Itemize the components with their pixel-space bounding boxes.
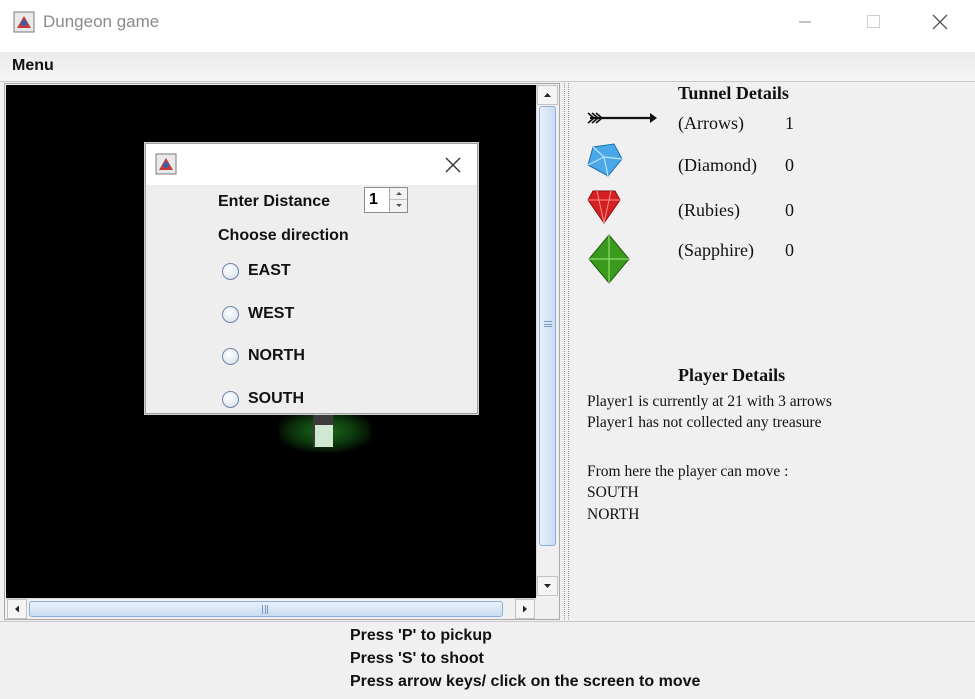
scroll-left-button[interactable]	[7, 599, 27, 619]
window-titlebar: Dungeon game	[0, 0, 975, 44]
java-app-icon	[13, 11, 35, 33]
tunnel-item-label: (Arrows)	[678, 113, 744, 133]
player-details-title: Player Details	[678, 365, 786, 385]
spinner-decrement-button[interactable]	[390, 200, 407, 212]
window-title: Dungeon game	[43, 12, 160, 31]
radio-button[interactable]	[222, 391, 239, 408]
scroll-right-button[interactable]	[515, 599, 535, 619]
horizontal-scrollbar[interactable]	[6, 598, 536, 619]
tunnel-item-count: 0	[785, 200, 794, 220]
player-moves-header: From here the player can move :	[587, 463, 789, 480]
maximize-button[interactable]	[850, 0, 896, 44]
direction-radio-east[interactable]: EAST	[222, 262, 372, 284]
close-icon	[445, 157, 461, 173]
tunnel-item-label: (Diamond)	[678, 155, 757, 175]
choose-direction-label: Choose direction	[218, 227, 349, 244]
radio-label: EAST	[248, 262, 291, 279]
scroll-down-button[interactable]	[537, 576, 558, 596]
menu-bar: Menu	[0, 44, 975, 82]
triangle-left-icon	[15, 605, 19, 613]
close-window-button[interactable]	[918, 0, 964, 44]
split-pane-divider[interactable]	[562, 83, 571, 620]
triangle-right-icon	[523, 605, 527, 613]
player-treasure-text: Player1 has not collected any treasure	[587, 414, 822, 431]
tunnel-item-count: 0	[785, 240, 794, 260]
dialog-close-button[interactable]	[442, 154, 464, 176]
direction-radio-north[interactable]: NORTH	[222, 347, 372, 369]
move-dialog: Enter Distance 1 Choose direction EAST W…	[145, 143, 478, 414]
player-sprite-highlight	[315, 425, 333, 447]
hint-text: Press 'S' to shoot	[350, 650, 484, 667]
vertical-scroll-thumb[interactable]	[539, 106, 556, 546]
spinner-increment-button[interactable]	[390, 188, 407, 200]
menu-item-menu[interactable]: Menu	[12, 57, 54, 75]
instructions-area: Press 'P' to pickup Press 'S' to shoot P…	[0, 621, 975, 699]
player-location-text: Player1 is currently at 21 with 3 arrows	[587, 393, 832, 410]
radio-button[interactable]	[222, 263, 239, 280]
player-move-option: NORTH	[587, 506, 640, 523]
arrow-icon	[587, 112, 657, 124]
triangle-up-icon	[544, 93, 551, 97]
grip-icon	[262, 605, 268, 614]
sapphire-icon	[588, 234, 630, 284]
minimize-button[interactable]	[781, 0, 827, 44]
minimize-icon	[799, 21, 811, 23]
tunnel-item-count: 1	[785, 113, 794, 133]
dialog-titlebar[interactable]	[146, 144, 477, 185]
scroll-up-button[interactable]	[537, 85, 558, 105]
close-icon	[932, 14, 948, 30]
radio-label: SOUTH	[248, 390, 304, 407]
grip-icon	[544, 321, 552, 327]
player-move-option: SOUTH	[587, 484, 639, 501]
java-app-icon	[155, 153, 177, 175]
distance-spinner[interactable]: 1	[364, 187, 408, 213]
tunnel-item-label: (Sapphire)	[678, 240, 754, 260]
hint-text: Press arrow keys/ click on the screen to…	[350, 673, 701, 690]
radio-button[interactable]	[222, 306, 239, 323]
maximize-icon	[867, 15, 880, 28]
tunnel-item-count: 0	[785, 155, 794, 175]
tunnel-item-label: (Rubies)	[678, 200, 740, 220]
tunnel-details-title: Tunnel Details	[678, 83, 789, 103]
direction-radio-west[interactable]: WEST	[222, 305, 372, 327]
triangle-down-icon	[544, 584, 551, 588]
radio-label: NORTH	[248, 347, 305, 364]
direction-radio-south[interactable]: SOUTH	[222, 390, 372, 412]
hint-text: Press 'P' to pickup	[350, 627, 492, 644]
horizontal-scroll-thumb[interactable]	[29, 601, 503, 617]
enter-distance-label: Enter Distance	[218, 193, 331, 210]
radio-button[interactable]	[222, 348, 239, 365]
ruby-icon	[587, 190, 621, 224]
details-panel: Tunnel Details (Arrows) 1 (Diamond) 0 (R…	[572, 83, 975, 620]
vertical-scrollbar[interactable]	[536, 84, 558, 597]
diamond-icon	[587, 143, 623, 177]
radio-label: WEST	[248, 305, 295, 322]
spinner-buttons	[389, 188, 407, 212]
distance-value[interactable]: 1	[369, 191, 378, 209]
